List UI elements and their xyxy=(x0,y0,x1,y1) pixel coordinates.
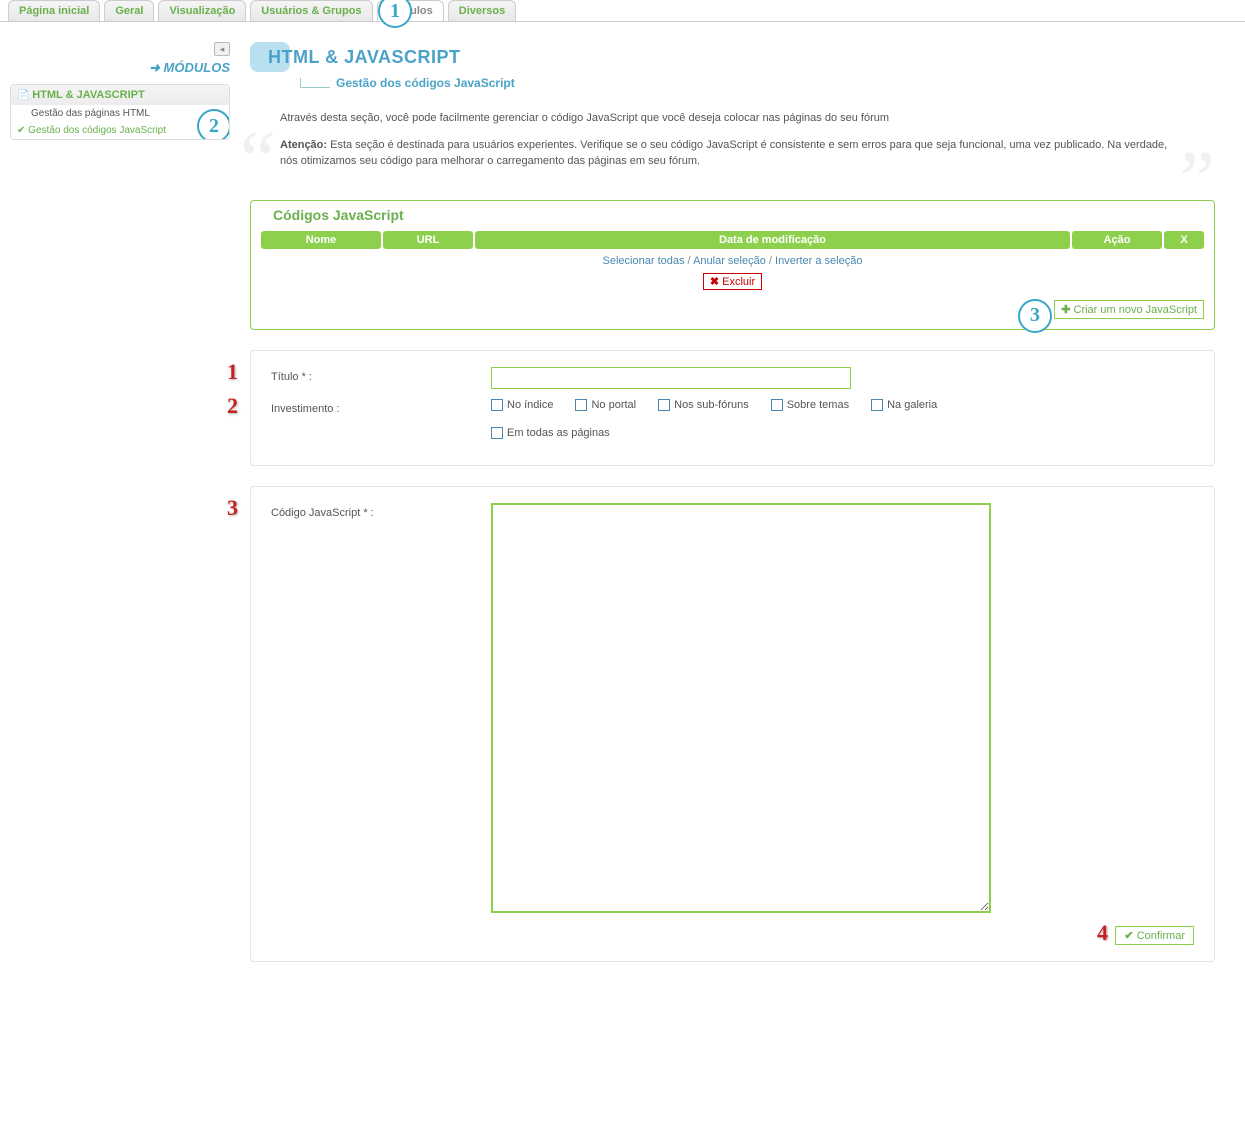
select-all-link[interactable]: Selecionar todas xyxy=(603,255,685,267)
sidebar: ◂ MÓDULOS HTML & JAVASCRIPT Gestão das p… xyxy=(0,32,240,1002)
form-panel-1: 1 2 Título * : Investimento : No índice … xyxy=(250,350,1215,466)
confirm-button[interactable]: Confirmar xyxy=(1115,926,1194,945)
red-callout-4: 4 xyxy=(1097,920,1108,946)
th-url: URL xyxy=(383,231,473,249)
sidebar-heading: MÓDULOS xyxy=(10,60,230,76)
callout-2: 2 xyxy=(197,109,230,140)
chk-allpages[interactable]: Em todas as páginas xyxy=(491,427,1194,439)
page-title: HTML & JAVASCRIPT xyxy=(268,47,461,68)
title-label: Título * : xyxy=(271,367,491,383)
th-action: Ação xyxy=(1072,231,1162,249)
collapse-icon[interactable]: ◂ xyxy=(214,42,230,56)
chk-subforums[interactable]: Nos sub-fóruns xyxy=(658,399,749,411)
placement-label: Investimento : xyxy=(271,399,491,415)
tab-visual[interactable]: Visualização xyxy=(158,0,246,21)
tab-users[interactable]: Usuários & Grupos xyxy=(250,0,372,21)
chk-gallery[interactable]: Na galeria xyxy=(871,399,937,411)
th-date: Data de modificação xyxy=(475,231,1070,249)
th-x: X xyxy=(1164,231,1204,249)
js-codes-legend: Códigos JavaScript xyxy=(269,207,408,223)
quote-right-icon: ” xyxy=(1179,160,1215,200)
sidebar-item-html[interactable]: Gestão das páginas HTML xyxy=(11,105,229,122)
page-subtitle: Gestão dos códigos JavaScript xyxy=(336,76,515,90)
red-callout-2: 2 xyxy=(227,393,238,419)
chk-portal[interactable]: No portal xyxy=(575,399,636,411)
intro-paragraph-2: Atenção: Esta seção é destinada para usu… xyxy=(280,137,1185,170)
delete-button[interactable]: Excluir xyxy=(703,273,762,290)
tab-misc[interactable]: Diversos xyxy=(448,0,516,21)
intro-paragraph-1: Através desta seção, você pode facilment… xyxy=(280,110,1185,127)
create-js-button[interactable]: Criar um novo JavaScript xyxy=(1054,300,1204,319)
js-codes-panel: Códigos JavaScript Nome URL Data de modi… xyxy=(250,200,1215,330)
intro-text: “ Através desta seção, você pode facilme… xyxy=(250,110,1215,170)
callout-3: 3 xyxy=(1018,299,1052,333)
subtitle-arrow-icon xyxy=(300,78,330,88)
sidebar-panel-title: HTML & JAVASCRIPT xyxy=(11,85,229,105)
code-label: Código JavaScript * : xyxy=(271,503,491,519)
chk-index[interactable]: No índice xyxy=(491,399,553,411)
th-name: Nome xyxy=(261,231,381,249)
red-callout-3: 3 xyxy=(227,495,238,521)
form-panel-2: 3 Código JavaScript * : 4 Confirmar xyxy=(250,486,1215,962)
red-callout-1: 1 xyxy=(227,359,238,385)
invert-link[interactable]: Inverter a seleção xyxy=(775,255,862,267)
tab-home[interactable]: Página inicial xyxy=(8,0,100,21)
deselect-link[interactable]: Anular seleção xyxy=(693,255,766,267)
top-tabs: Página inicial Geral Visualização Usuári… xyxy=(0,0,1245,21)
table-header-row: Nome URL Data de modificação Ação X xyxy=(261,231,1204,249)
chk-topics[interactable]: Sobre temas xyxy=(771,399,849,411)
tab-general[interactable]: Geral xyxy=(104,0,154,21)
code-textarea[interactable] xyxy=(491,503,991,913)
quote-left-icon: “ xyxy=(240,140,276,180)
content-area: HTML & JAVASCRIPT Gestão dos códigos Jav… xyxy=(240,32,1245,1002)
title-input[interactable] xyxy=(491,367,851,389)
